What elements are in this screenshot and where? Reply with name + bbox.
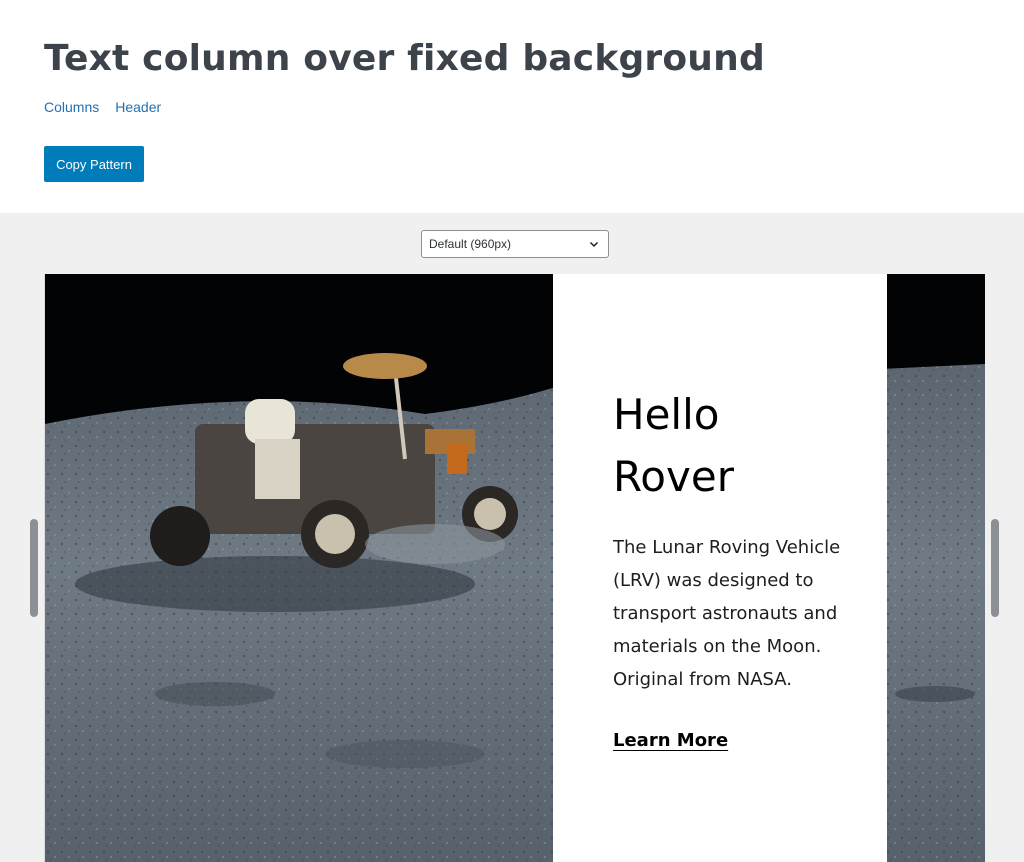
category-link-columns[interactable]: Columns <box>44 99 99 115</box>
pattern-heading: Hello Rover <box>613 384 853 508</box>
pattern-header: Text column over fixed background Column… <box>0 0 1024 213</box>
pattern-body-text: The Lunar Roving Vehicle (LRV) was desig… <box>613 537 841 690</box>
viewport-width-value: Default (960px) <box>429 237 512 251</box>
resize-handle-right[interactable] <box>991 519 999 617</box>
viewport-width-select[interactable]: Default (960px) <box>421 230 609 258</box>
page-title: Text column over fixed background <box>44 38 765 79</box>
heading-line-rover: Rover <box>613 452 734 501</box>
category-link-header[interactable]: Header <box>115 99 161 115</box>
category-links: Columns Header <box>44 99 161 115</box>
chevron-down-icon <box>589 241 599 248</box>
copy-pattern-button[interactable]: Copy Pattern <box>44 146 144 182</box>
resize-handle-left[interactable] <box>30 519 38 617</box>
pattern-preview-frame: Hello Rover The Lunar Roving Vehicle (LR… <box>44 274 985 862</box>
text-column-card: Hello Rover The Lunar Roving Vehicle (LR… <box>553 274 887 862</box>
learn-more-link[interactable]: Learn More <box>613 730 728 751</box>
heading-line-hello: Hello <box>613 390 720 439</box>
